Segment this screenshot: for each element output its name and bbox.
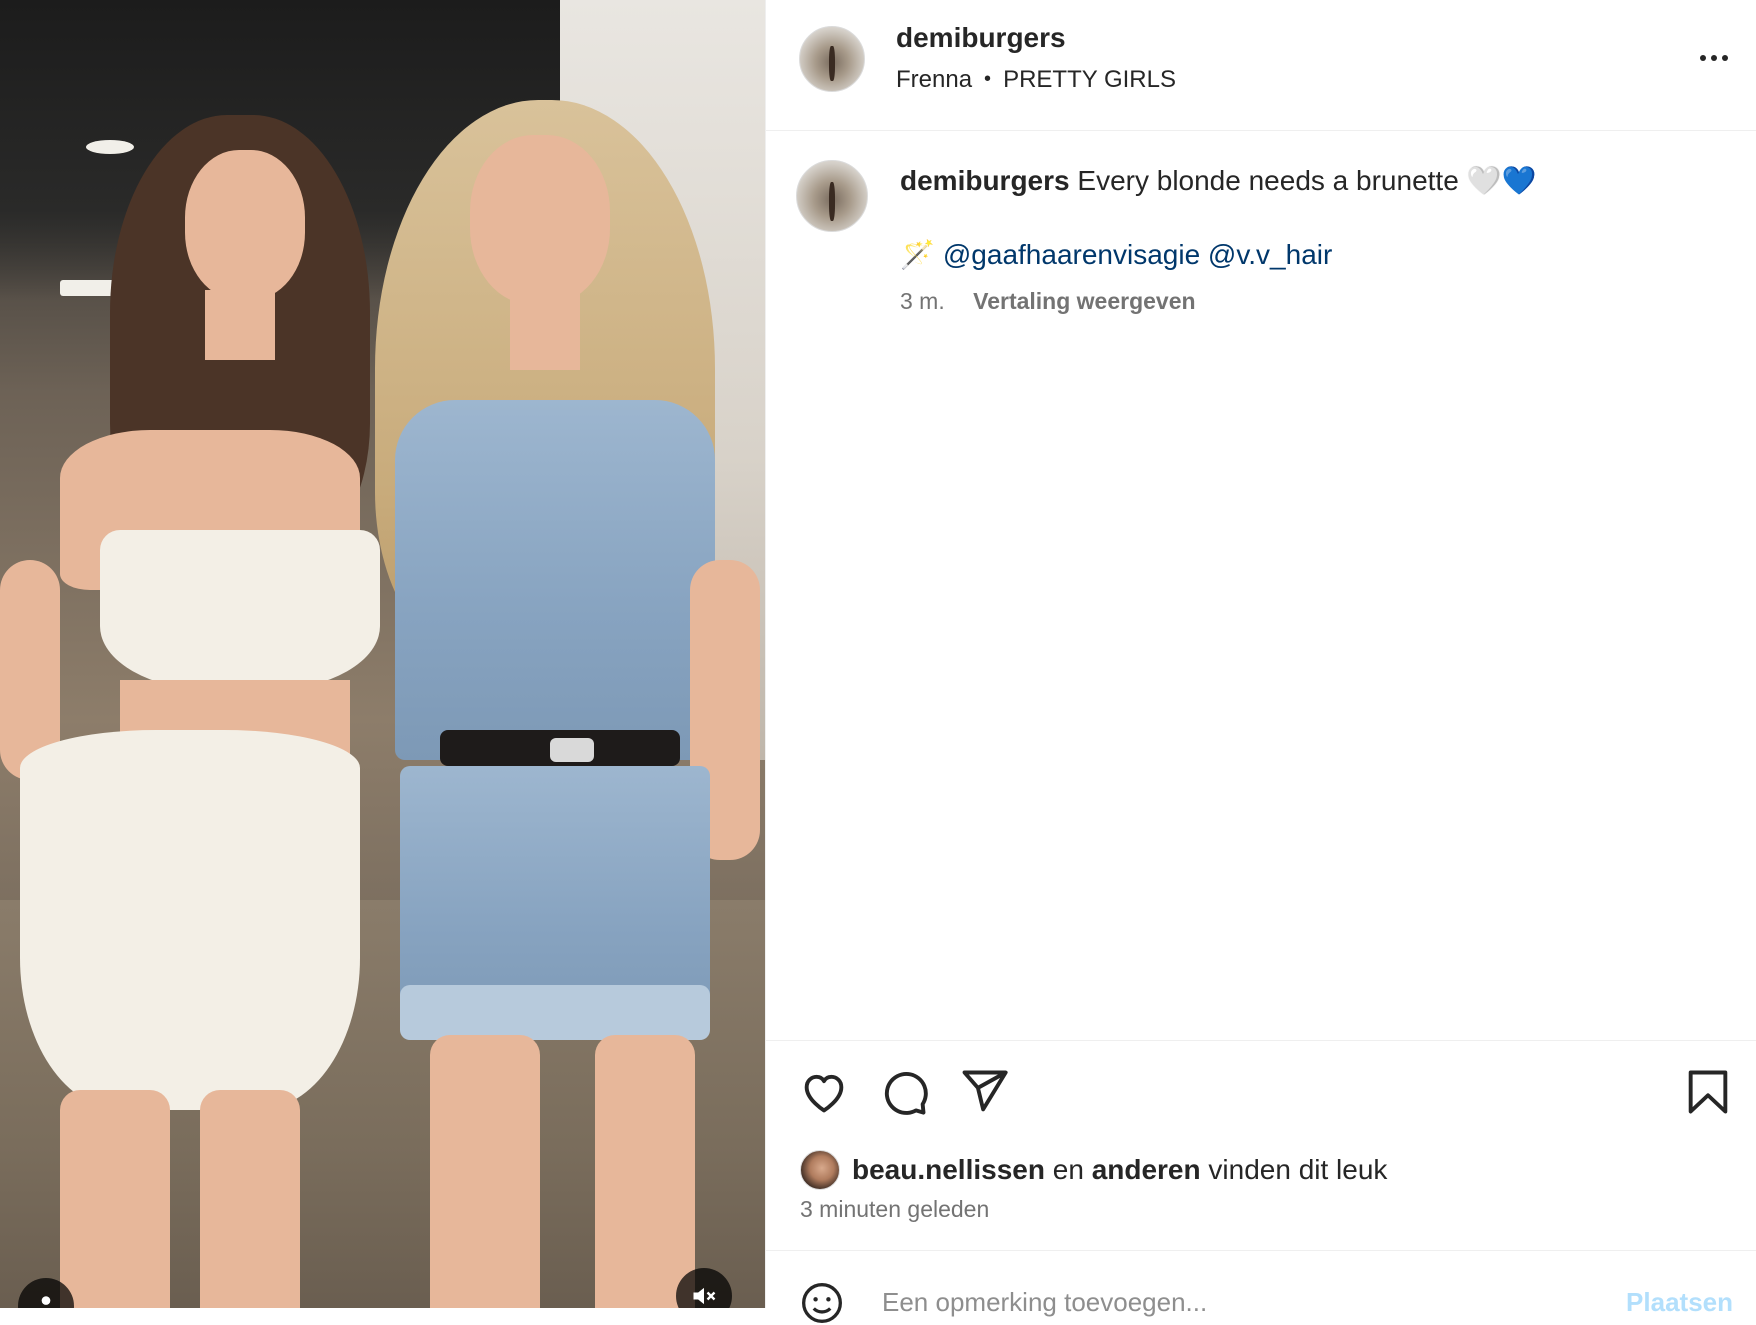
media-ceiling-light [86, 140, 134, 154]
caption-mentions: 🪄 @gaafhaarenvisagie @v.v_hair [900, 238, 1332, 271]
post-timestamp[interactable]: 3 minuten geleden [800, 1196, 989, 1223]
post-caption: demiburgers Every blonde needs a brunett… [900, 164, 1536, 197]
more-options-button[interactable] [1689, 40, 1739, 76]
comment-input[interactable]: Een opmerking toevoegen... [882, 1287, 1207, 1318]
audio-title[interactable]: PRETTY GIRLS [1003, 66, 1176, 93]
white-heart-emoji: 🤍 [1466, 165, 1502, 196]
heart-icon[interactable] [798, 1066, 850, 1118]
blue-heart-emoji: 💙 [1501, 165, 1537, 196]
liked-by-suffix: vinden dit leuk [1208, 1154, 1388, 1185]
bookmark-icon[interactable] [1682, 1066, 1734, 1118]
post-header: demiburgers Frenna • PRETTY GIRLS [766, 0, 1756, 131]
caption-meta: 3 m. Vertaling weergeven [900, 288, 1196, 315]
post-comment-button[interactable]: Plaatsen [1626, 1287, 1733, 1318]
liker-avatar[interactable] [800, 1150, 840, 1190]
caption-age: 3 m. [900, 288, 945, 314]
add-comment-row: Een opmerking toevoegen... Plaatsen [766, 1250, 1756, 1323]
mention-link[interactable]: @gaafhaarenvisagie [943, 239, 1200, 270]
actions-divider [766, 1040, 1756, 1041]
caption-author-avatar[interactable] [796, 160, 868, 232]
person-tag-icon [41, 1296, 51, 1305]
audio-info: Frenna • PRETTY GIRLS [896, 66, 1176, 94]
audio-separator: • [984, 68, 992, 90]
post-media[interactable] [0, 0, 765, 1308]
caption-text: Every blonde needs a brunette [1077, 165, 1459, 196]
emoji-smile-icon[interactable] [800, 1281, 844, 1325]
author-avatar[interactable] [799, 26, 865, 92]
liked-by-summary: beau.nellissen en anderen vinden dit leu… [800, 1150, 1387, 1190]
speaker-muted-icon [693, 1287, 716, 1305]
translate-button[interactable]: Vertaling weergeven [973, 288, 1195, 314]
audio-artist[interactable]: Frenna [896, 66, 972, 93]
comment-bubble-icon[interactable] [878, 1066, 930, 1118]
liker-username[interactable]: beau.nellissen [852, 1154, 1045, 1186]
paper-plane-icon[interactable] [958, 1066, 1010, 1118]
caption-username[interactable]: demiburgers [900, 165, 1070, 196]
magic-wand-emoji: 🪄 [900, 239, 935, 270]
liked-by-joiner: en [1052, 1154, 1084, 1185]
post-side-panel: demiburgers Frenna • PRETTY GIRLS demiburg… [765, 0, 1756, 1323]
liked-by-others[interactable]: anderen [1092, 1154, 1201, 1186]
author-username[interactable]: demiburgers [896, 22, 1066, 54]
more-horizontal-icon [1700, 55, 1728, 61]
mention-link[interactable]: @v.v_hair [1208, 239, 1332, 270]
